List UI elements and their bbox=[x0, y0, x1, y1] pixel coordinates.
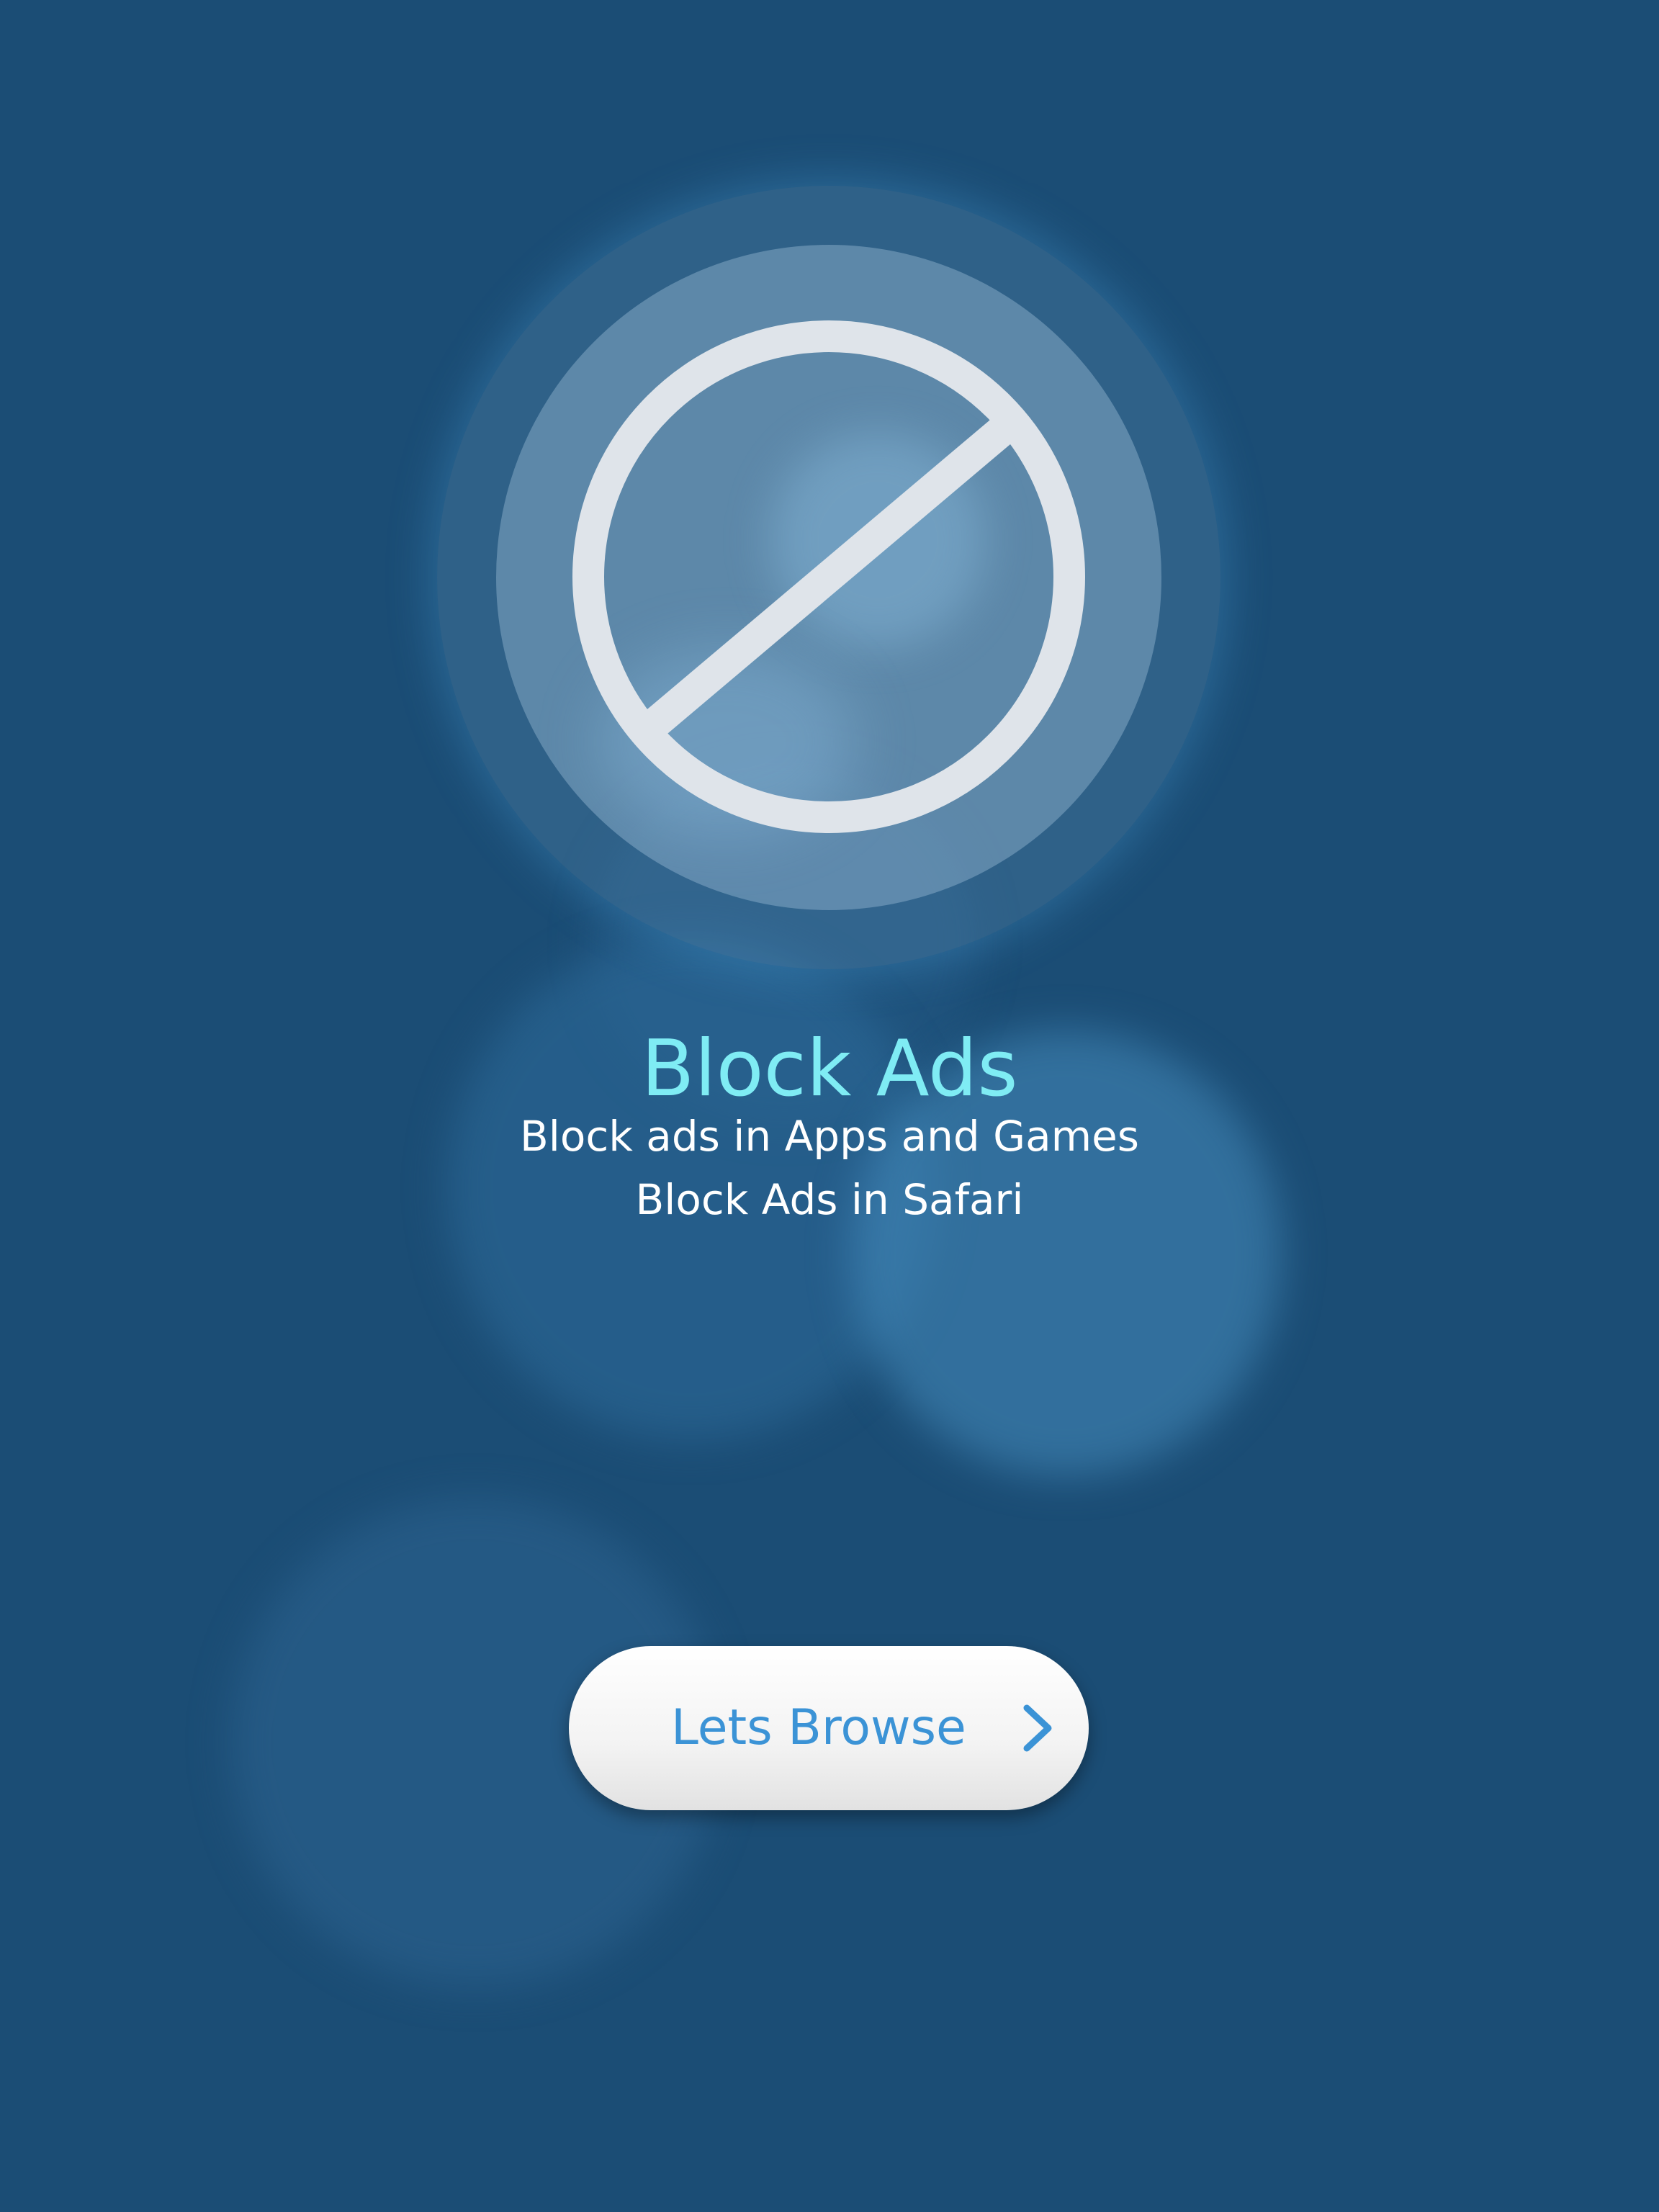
page-title: Block Ads bbox=[641, 1024, 1018, 1114]
feature-text-apps-games: Block ads in Apps and Games bbox=[519, 1112, 1140, 1161]
chevron-right-icon bbox=[1023, 1704, 1052, 1752]
block-icon bbox=[572, 320, 1085, 833]
onboarding-screen: Block Ads Block ads in Apps and Games Bl… bbox=[0, 0, 1659, 2212]
lets-browse-button[interactable]: Lets Browse bbox=[569, 1646, 1089, 1810]
lets-browse-label: Lets Browse bbox=[671, 1699, 966, 1756]
feature-text-safari: Block Ads in Safari bbox=[635, 1175, 1024, 1224]
